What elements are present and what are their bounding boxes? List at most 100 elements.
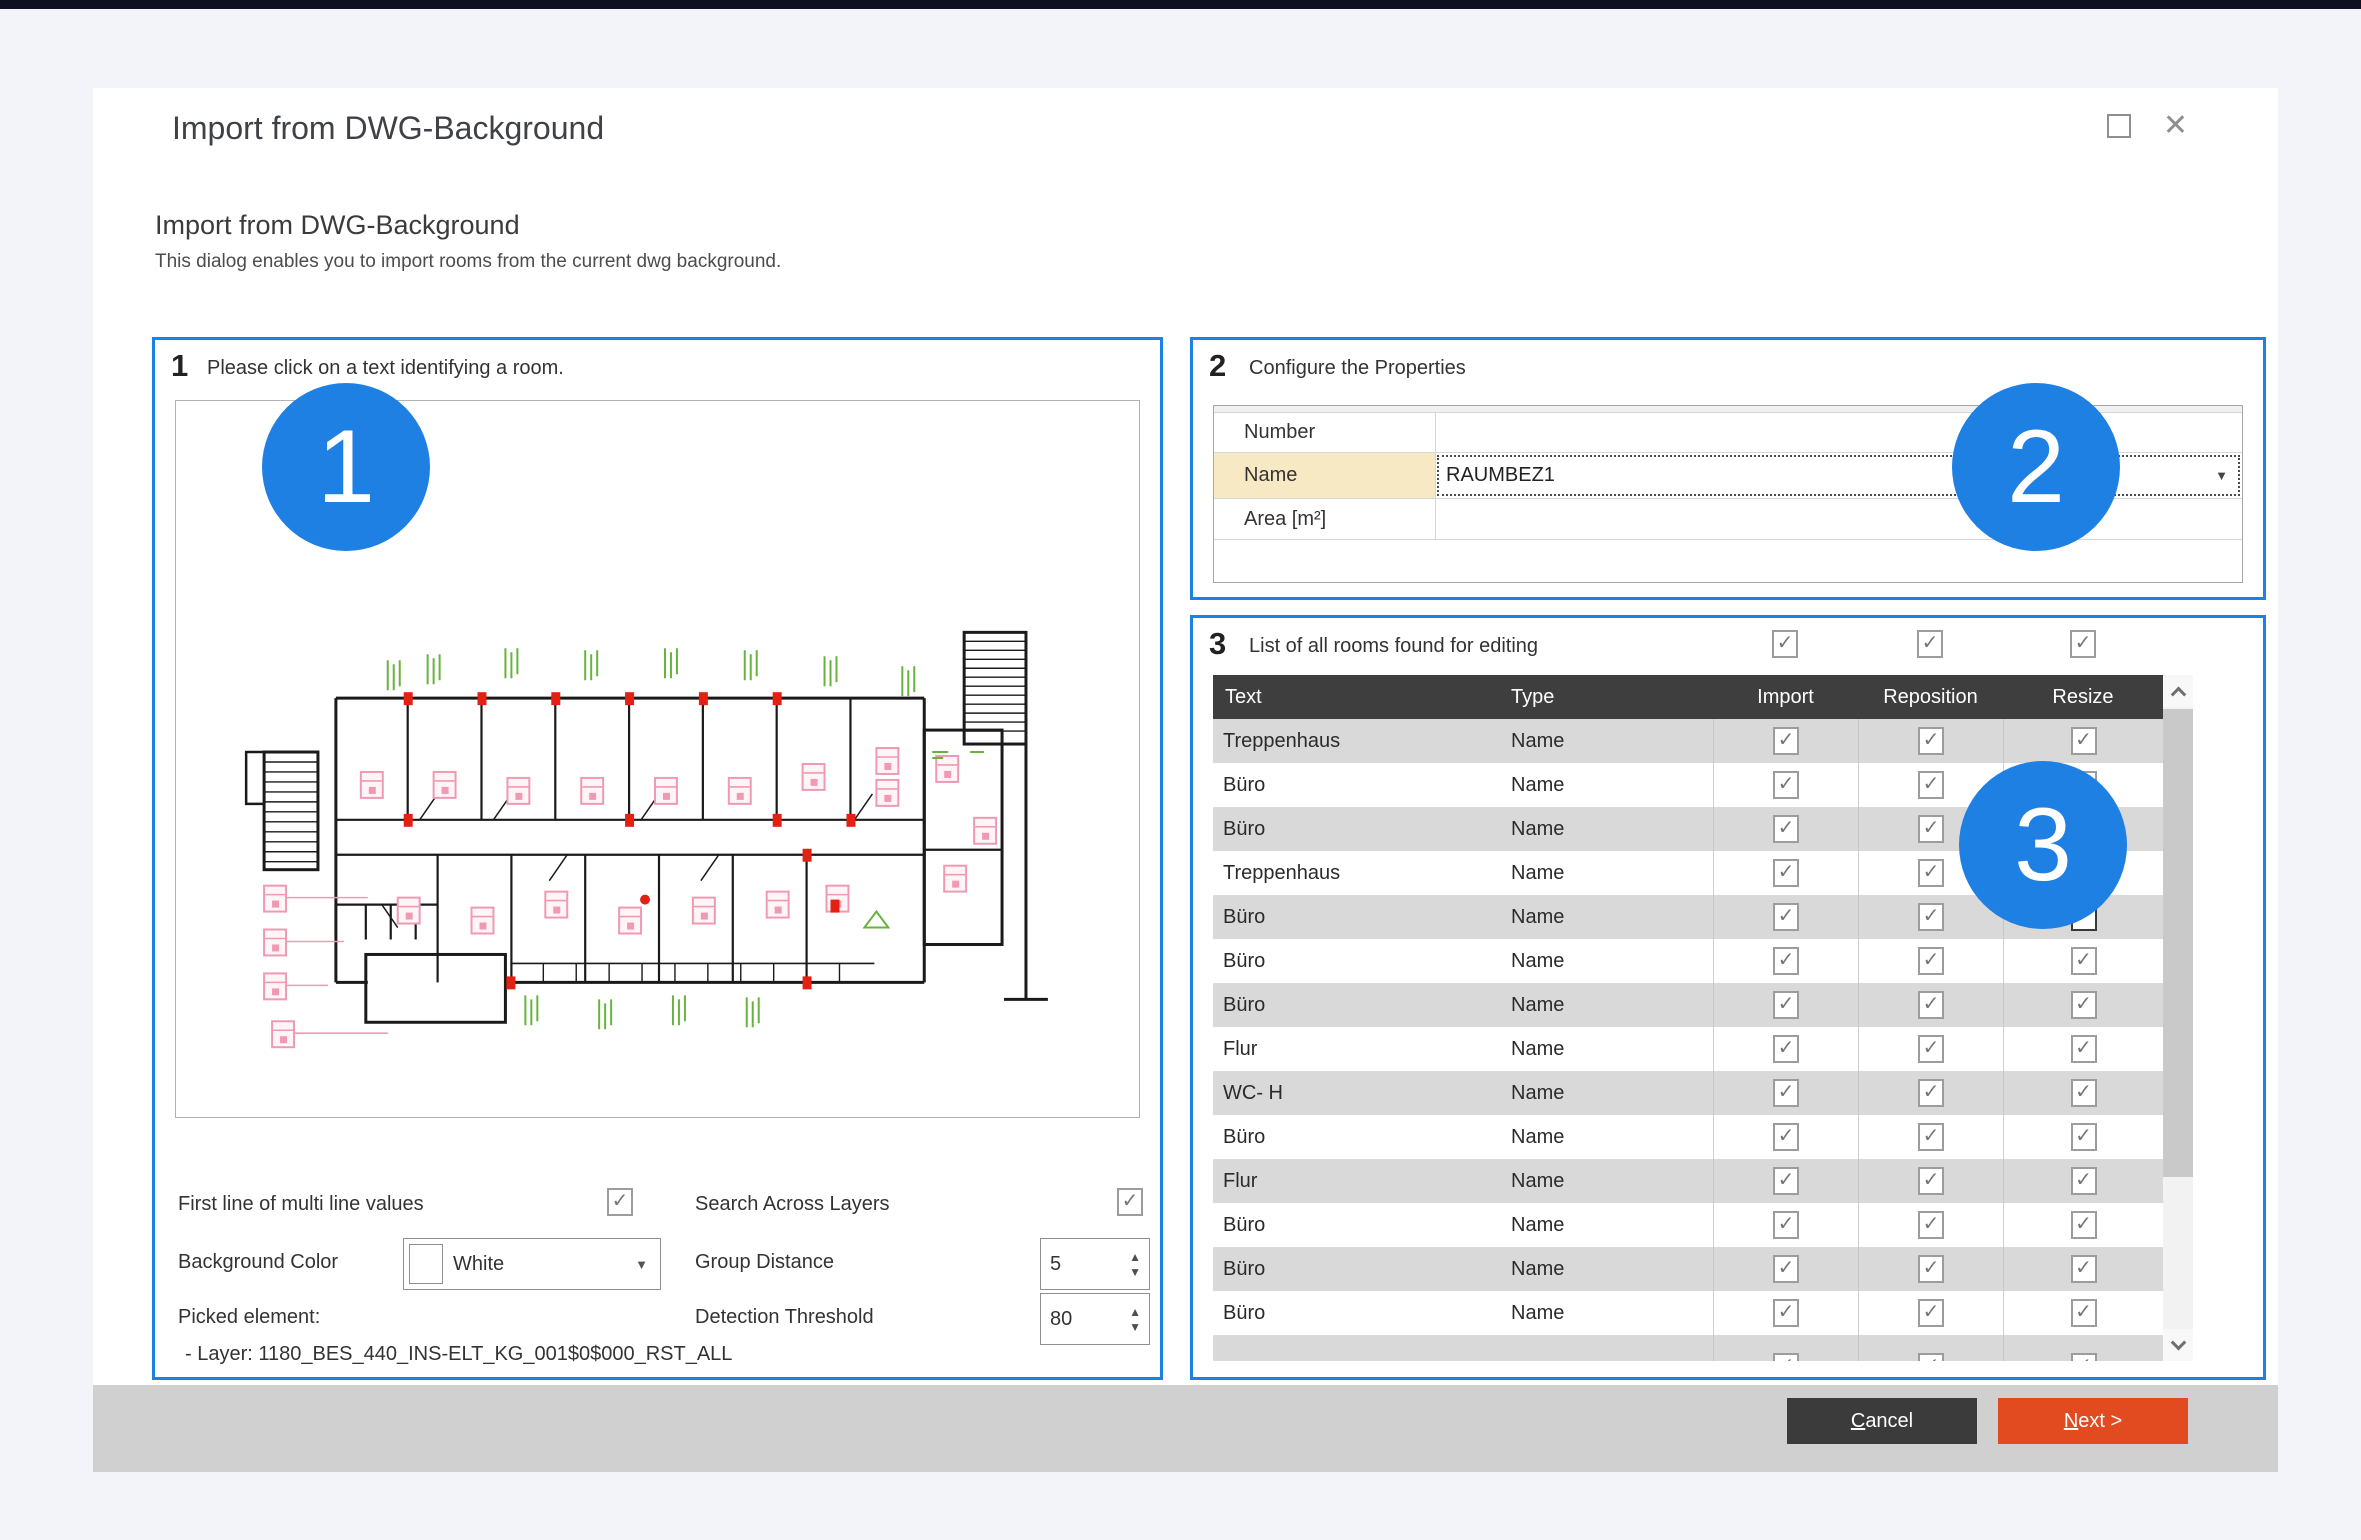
table-row[interactable]: Büro Name	[1213, 939, 2163, 983]
select-all-reposition-checkbox[interactable]	[1917, 630, 1943, 658]
step3-number: 3	[1209, 626, 1226, 662]
step1-badge: 1	[262, 383, 430, 551]
reposition-checkbox[interactable]	[1918, 1035, 1944, 1063]
property-value[interactable]: RAUMBEZ1 ▼	[1436, 453, 2242, 498]
room-type: Name	[1503, 774, 1713, 797]
reposition-checkbox[interactable]	[1918, 1211, 1944, 1239]
select-all-import-checkbox[interactable]	[1772, 630, 1798, 658]
chevron-down-icon[interactable]: ▼	[635, 1257, 648, 1272]
select-all-resize-checkbox[interactable]	[2070, 630, 2096, 658]
resize-checkbox[interactable]	[2071, 1167, 2097, 1195]
resize-checkbox[interactable]	[2071, 1035, 2097, 1063]
color-swatch	[409, 1244, 443, 1284]
room-type: Name	[1503, 1126, 1713, 1149]
spin-down-icon[interactable]: ▼	[1129, 1267, 1141, 1277]
search-layers-checkbox[interactable]	[1117, 1188, 1143, 1216]
table-row[interactable]: Büro Name	[1213, 1203, 2163, 1247]
step3-title: List of all rooms found for editing	[1249, 635, 1538, 658]
import-checkbox[interactable]	[1773, 1123, 1799, 1151]
import-checkbox[interactable]	[1773, 1211, 1799, 1239]
import-checkbox[interactable]	[1773, 991, 1799, 1019]
resize-checkbox[interactable]	[2071, 1353, 2097, 1361]
room-type: Name	[1503, 1038, 1713, 1061]
reposition-checkbox[interactable]	[1918, 991, 1944, 1019]
spin-down-icon[interactable]: ▼	[1129, 1322, 1141, 1332]
table-row[interactable]: WC- H Name	[1213, 1071, 2163, 1115]
detection-threshold-stepper[interactable]: 80 ▲▼	[1040, 1293, 1150, 1345]
import-checkbox[interactable]	[1773, 1167, 1799, 1195]
chevron-down-icon[interactable]: ▼	[2215, 468, 2228, 483]
reposition-checkbox[interactable]	[1918, 859, 1944, 887]
resize-checkbox[interactable]	[2071, 1211, 2097, 1239]
resize-checkbox[interactable]	[2071, 991, 2097, 1019]
column-header-import[interactable]: Import	[1713, 686, 1858, 709]
table-row[interactable]: Büro Name	[1213, 1115, 2163, 1159]
import-checkbox[interactable]	[1773, 815, 1799, 843]
cancel-button[interactable]: Cancel	[1787, 1398, 1977, 1444]
first-line-label: First line of multi line values	[178, 1193, 424, 1216]
column-header-reposition[interactable]: Reposition	[1858, 686, 2003, 709]
background-color-select[interactable]: White ▼	[403, 1238, 661, 1290]
room-text: Büro	[1213, 774, 1503, 797]
table-row[interactable]: Treppenhaus Name	[1213, 719, 2163, 763]
vertical-scrollbar[interactable]	[2163, 675, 2193, 1361]
reposition-checkbox[interactable]	[1918, 1079, 1944, 1107]
reposition-checkbox[interactable]	[1918, 1255, 1944, 1283]
property-value[interactable]	[1436, 499, 2242, 539]
screen-top-strip	[0, 0, 2361, 9]
rooms-table-header: Text Type Import Reposition Resize	[1213, 675, 2163, 719]
table-row[interactable]: Büro Name	[1213, 1247, 2163, 1291]
table-row[interactable]: Flur Name	[1213, 1027, 2163, 1071]
resize-checkbox[interactable]	[2071, 1079, 2097, 1107]
reposition-checkbox[interactable]	[1918, 771, 1944, 799]
maximize-icon[interactable]	[2107, 114, 2131, 138]
reposition-checkbox[interactable]	[1918, 815, 1944, 843]
import-checkbox[interactable]	[1773, 1299, 1799, 1327]
table-row[interactable]: Büro Name	[1213, 983, 2163, 1027]
detection-threshold-label: Detection Threshold	[695, 1306, 874, 1329]
import-checkbox[interactable]	[1773, 859, 1799, 887]
next-button[interactable]: Next >	[1998, 1398, 2188, 1444]
table-row-partial[interactable]	[1213, 1335, 2163, 1361]
import-checkbox[interactable]	[1773, 947, 1799, 975]
resize-checkbox[interactable]	[2071, 1255, 2097, 1283]
import-checkbox[interactable]	[1773, 1255, 1799, 1283]
import-checkbox[interactable]	[1773, 1353, 1799, 1361]
resize-checkbox[interactable]	[2071, 947, 2097, 975]
table-row[interactable]: Büro Name	[1213, 1291, 2163, 1335]
room-type: Name	[1503, 1170, 1713, 1193]
reposition-checkbox[interactable]	[1918, 947, 1944, 975]
column-header-text[interactable]: Text	[1213, 686, 1503, 709]
resize-checkbox[interactable]	[2071, 727, 2097, 755]
reposition-checkbox[interactable]	[1918, 1353, 1944, 1361]
step2-badge: 2	[1952, 383, 2120, 551]
import-checkbox[interactable]	[1773, 771, 1799, 799]
property-value[interactable]	[1436, 413, 2242, 452]
spin-up-icon[interactable]: ▲	[1129, 1307, 1141, 1317]
reposition-checkbox[interactable]	[1918, 1167, 1944, 1195]
close-icon[interactable]: ✕	[2163, 114, 2188, 138]
resize-checkbox[interactable]	[2071, 1123, 2097, 1151]
column-header-resize[interactable]: Resize	[2003, 686, 2163, 709]
table-row[interactable]: Flur Name	[1213, 1159, 2163, 1203]
import-checkbox[interactable]	[1773, 1079, 1799, 1107]
spin-up-icon[interactable]: ▲	[1129, 1252, 1141, 1262]
room-text: Büro	[1213, 1126, 1503, 1149]
scrollbar-thumb[interactable]	[2163, 709, 2193, 1177]
reposition-checkbox[interactable]	[1918, 727, 1944, 755]
reposition-checkbox[interactable]	[1918, 903, 1944, 931]
resize-checkbox[interactable]	[2071, 1299, 2097, 1327]
import-checkbox[interactable]	[1773, 903, 1799, 931]
import-checkbox[interactable]	[1773, 727, 1799, 755]
reposition-checkbox[interactable]	[1918, 1123, 1944, 1151]
reposition-checkbox[interactable]	[1918, 1299, 1944, 1327]
picked-element-label: Picked element:	[178, 1306, 320, 1329]
background-color-label: Background Color	[178, 1251, 338, 1274]
scroll-down-icon[interactable]	[2163, 1329, 2193, 1361]
plan-annotations	[388, 648, 984, 1029]
import-checkbox[interactable]	[1773, 1035, 1799, 1063]
group-distance-stepper[interactable]: 5 ▲▼	[1040, 1238, 1150, 1290]
scroll-up-icon[interactable]	[2163, 675, 2193, 707]
first-line-checkbox[interactable]	[607, 1188, 633, 1216]
column-header-type[interactable]: Type	[1503, 686, 1713, 709]
